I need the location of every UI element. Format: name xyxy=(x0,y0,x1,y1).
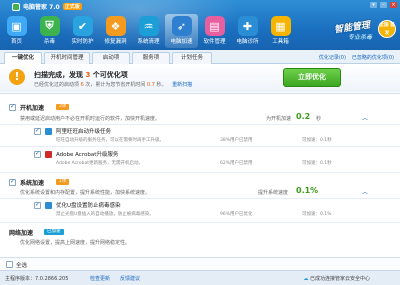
optimization-list: 开机加速 2项 禁用或延迟启动用户不必在开机时运行的软件，加快开机速度。 为开机… xyxy=(0,93,400,257)
scan-summary: ! 扫描完成，发现 3 个可优化项 已经优化过的启动项 6 次，累计为您节省开机… xyxy=(0,64,400,92)
app-name: 电脑管家 7.0 xyxy=(23,4,60,11)
item-desc: 旺旺自动升级的服务任务，可以在需要时再手工升级。 xyxy=(56,138,164,143)
slogan-sub: 专业杀毒 xyxy=(347,34,372,41)
nav-item-shield[interactable]: ⛨ 杀毒 xyxy=(33,14,66,48)
summary-detail: 已经优化过的启动项 6 次，累计为您节省开机时间 0.7 秒。 重新扫描 xyxy=(34,82,193,88)
monitor-icon: ▣ xyxy=(6,16,27,36)
section-desc-network: 优化网络设置，提高上网速度，提升网络稳定性。 xyxy=(20,240,131,246)
item-desc: 禁止光盘U盘插入的自动播放，防止被病毒感染。 xyxy=(56,212,154,217)
collapse-icon[interactable]: ︿ xyxy=(362,113,368,122)
version-text: 主程序版本：7.0.2866.205 xyxy=(5,276,69,282)
edition-badge: 正式版 xyxy=(62,3,82,10)
item-stat: 38%用户已禁用 xyxy=(220,138,253,143)
summary-headline: 扫描完成，发现 3 个可优化项 xyxy=(34,71,128,79)
promo-seal: 全国 首发 xyxy=(378,20,396,38)
tab-tasks[interactable]: 计划任务 xyxy=(172,52,212,64)
section-desc-boot: 禁用或延迟启动用户不必在开机时运行的软件，加快开机速度。 xyxy=(20,116,161,122)
cloud-status: ☁ 已成功连接管家云安全中心 xyxy=(303,276,370,282)
nav-item-software-box[interactable]: ▤ 软件管理 xyxy=(198,14,231,48)
section-title-network: 网络加速 xyxy=(9,230,34,237)
item-saving: 可加速：0.1秒 xyxy=(302,138,332,143)
item-title: Adobe Acrobat升级服务 xyxy=(56,152,119,158)
section-result-label-boot: 为开机加速 xyxy=(266,116,292,122)
section-badge-system: 1项 xyxy=(56,179,70,185)
sub-tabs: 一键优化 开机时间管理 启动项 服务项 计划任务 优化记录(0) 已忽略的优化项… xyxy=(0,50,400,65)
ignored-link[interactable]: 已忽略的优化项(0) xyxy=(352,54,394,61)
section-value-boot: 0.2 xyxy=(296,112,311,121)
nav-item-broom[interactable]: ♒ 系统清理 xyxy=(132,14,165,48)
aliwangwang-icon xyxy=(45,128,52,135)
section-title-system: 系统加速 xyxy=(20,180,45,187)
item-stat: 62%用户已禁用 xyxy=(220,161,253,166)
tab-boot-time[interactable]: 开机时间管理 xyxy=(44,52,90,64)
status-bar: 主程序版本：7.0.2866.205 检查更新 反馈建议 ☁ 已成功连接管家云安… xyxy=(0,270,400,285)
clinic-icon: ✚ xyxy=(237,16,258,36)
top-links: 优化记录(0) 已忽略的优化项(0) xyxy=(319,54,394,61)
tab-services[interactable]: 服务项 xyxy=(132,52,170,64)
nav-item-windows-logo[interactable]: ❖ 修复漏洞 xyxy=(99,14,132,48)
item-checkbox[interactable] xyxy=(34,201,41,209)
main-nav: ▣ 首页 ⛨ 杀毒 ✔ 实时防护 ❖ 修复漏洞 ♒ 系统清理 ➶ 电脑加速 ▤ 软件管理 ✚ 电脑诊所 ▦ 工具箱 xyxy=(0,14,297,48)
section-result-label-system: 提升系统速度 xyxy=(258,190,289,196)
nav-label: 修复漏洞 xyxy=(104,39,127,45)
nav-item-clinic[interactable]: ✚ 电脑诊所 xyxy=(231,14,264,48)
shield-icon: ⛨ xyxy=(39,16,60,36)
rocket-icon: ➶ xyxy=(171,16,192,36)
select-all-checkbox[interactable] xyxy=(6,261,13,268)
optimize-now-button[interactable]: 立即优化 xyxy=(283,68,341,87)
nav-item-toolbox[interactable]: ▦ 工具箱 xyxy=(264,14,297,48)
check-update-link[interactable]: 检查更新 xyxy=(90,275,110,282)
section-title-boot: 开机加速 xyxy=(20,105,45,112)
minimize-button[interactable]: – xyxy=(380,2,387,8)
select-bar: 全选 xyxy=(0,257,400,270)
collapse-icon[interactable]: ︿ xyxy=(362,187,368,196)
skin-icon[interactable]: ▾ xyxy=(370,2,377,8)
item-stat: 96%用户已优化 xyxy=(220,212,253,217)
nav-item-check-shield[interactable]: ✔ 实时防护 xyxy=(66,14,99,48)
toolbox-icon: ▦ xyxy=(270,16,291,36)
cloud-icon: ☁ xyxy=(303,276,309,282)
item-checkbox[interactable] xyxy=(34,127,41,135)
nav-label: 软件管理 xyxy=(203,39,226,45)
item-title: 优化U盘设置防止病毒感染 xyxy=(56,203,121,209)
check-shield-icon: ✔ xyxy=(72,16,93,36)
section-checkbox-boot[interactable] xyxy=(9,103,16,111)
section-value-system: 0.1% xyxy=(296,186,319,195)
section-desc-system: 优化系统设置和内存配置，提升系统性能，加快系统速度。 xyxy=(20,190,151,196)
nav-label: 首页 xyxy=(10,39,22,45)
section-badge-network: 已加速 xyxy=(44,229,64,235)
nav-item-rocket[interactable]: ➶ 电脑加速 xyxy=(165,14,198,48)
rescan-link[interactable]: 重新扫描 xyxy=(172,82,192,88)
usb-icon xyxy=(45,202,52,209)
select-all-label: 全选 xyxy=(16,263,28,269)
app-title: 电脑管家 7.0 正式版 xyxy=(12,2,82,11)
nav-label: 电脑诊所 xyxy=(236,39,259,45)
nav-item-monitor[interactable]: ▣ 首页 xyxy=(0,14,33,48)
item-checkbox[interactable] xyxy=(34,150,41,158)
nav-label: 工具箱 xyxy=(272,39,289,45)
app-logo-icon xyxy=(12,2,20,11)
history-link[interactable]: 优化记录(0) xyxy=(319,54,346,61)
item-saving: 可加速：0.1秒 xyxy=(302,161,332,166)
title-bar: 电脑管家 7.0 正式版 ▾ – × ▣ 首页 ⛨ 杀毒 ✔ 实时防护 ❖ 修复漏洞 ♒ 系统清理… xyxy=(0,0,400,50)
broom-icon: ♒ xyxy=(138,16,159,36)
windows-logo-icon: ❖ xyxy=(105,16,126,36)
close-button[interactable]: × xyxy=(390,2,397,8)
section-checkbox-system[interactable] xyxy=(9,178,16,186)
nav-label: 电脑加速 xyxy=(170,39,193,45)
item-title: 阿里旺旺启动升级任务 xyxy=(56,129,112,135)
section-badge-boot: 2项 xyxy=(56,104,70,110)
item-desc: Adobe Acrobat更新服务，无需开机启动。 xyxy=(56,161,144,166)
warning-icon: ! xyxy=(9,69,25,85)
tab-startup[interactable]: 启动项 xyxy=(92,52,130,64)
item-saving: 可加速：0.1% xyxy=(302,212,332,217)
feedback-link[interactable]: 反馈建议 xyxy=(120,275,140,282)
nav-label: 实时防护 xyxy=(71,39,94,45)
window-controls: ▾ – × xyxy=(370,2,397,8)
section-unit-boot: 秒 xyxy=(316,116,322,122)
nav-label: 系统清理 xyxy=(137,39,160,45)
software-box-icon: ▤ xyxy=(204,16,225,36)
nav-label: 杀毒 xyxy=(43,39,55,45)
adobe-icon xyxy=(45,151,52,158)
